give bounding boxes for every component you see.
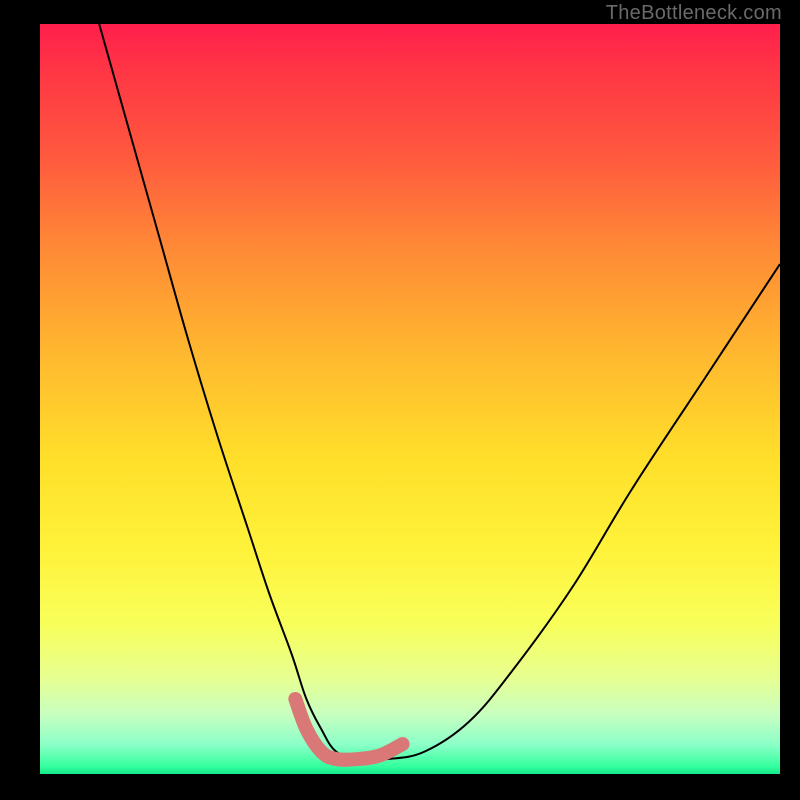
bottleneck-curve — [99, 24, 780, 760]
plot-area — [40, 24, 780, 774]
chart-frame: TheBottleneck.com — [0, 0, 800, 800]
watermark-text: TheBottleneck.com — [606, 2, 782, 25]
curve-layer — [40, 24, 780, 774]
